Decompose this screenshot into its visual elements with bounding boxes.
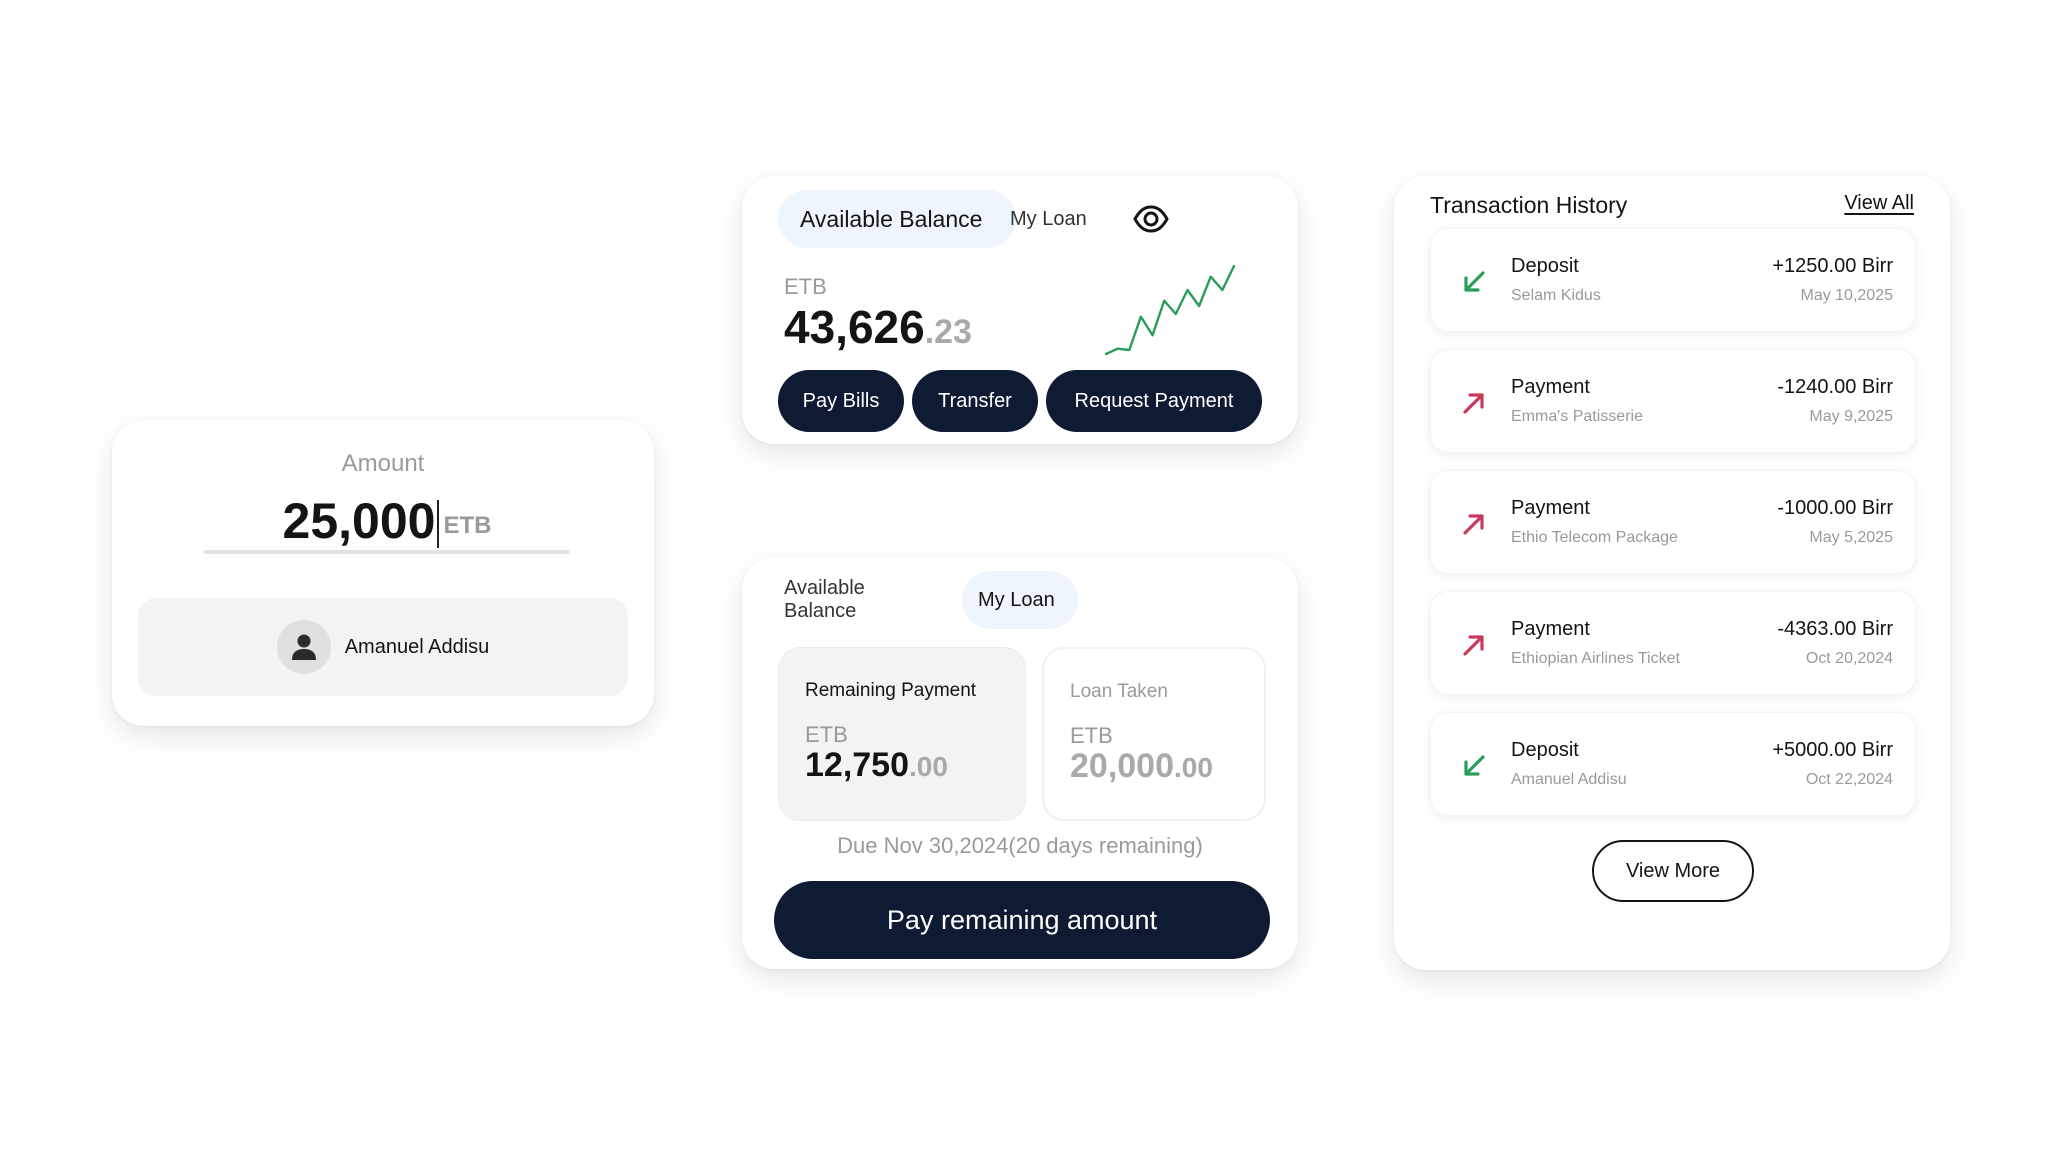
remaining-payment-label: Remaining Payment bbox=[805, 680, 977, 701]
balance-currency: ETB bbox=[784, 274, 827, 299]
request-payment-button[interactable]: Request Payment bbox=[1046, 370, 1262, 432]
transaction-amount: -1240.00 Birr bbox=[1777, 376, 1893, 398]
balance-integer: 43,626 bbox=[784, 301, 925, 353]
arrow-down-left-icon bbox=[1464, 271, 1485, 292]
transaction-party: Amanuel Addisu bbox=[1511, 771, 1627, 788]
eye-icon[interactable] bbox=[1132, 200, 1170, 238]
transaction-history-card: Transaction History View All Deposit Sel… bbox=[1394, 176, 1950, 970]
transaction-type: Deposit bbox=[1511, 739, 1579, 761]
amount-currency: ETB bbox=[443, 512, 492, 539]
transaction-type: Payment bbox=[1511, 376, 1590, 398]
pay-remaining-button[interactable]: Pay remaining amount bbox=[774, 881, 1270, 959]
transaction-party: Emma's Patisserie bbox=[1511, 408, 1643, 425]
recipient-selector[interactable]: Amanuel Addisu bbox=[138, 598, 628, 696]
amount-value[interactable]: 25,000 bbox=[283, 493, 436, 549]
taken-currency: ETB bbox=[1070, 723, 1113, 748]
sparkline-line bbox=[1104, 264, 1236, 356]
amount-underline bbox=[204, 550, 570, 554]
tab-my-loan[interactable]: My Loan bbox=[988, 190, 1128, 248]
transaction-party: Selam Kidus bbox=[1511, 287, 1601, 304]
taken-integer: 20,000 bbox=[1070, 747, 1174, 785]
remaining-integer: 12,750 bbox=[805, 746, 909, 784]
transaction-list: Deposit Selam Kidus +1250.00 Birr May 10… bbox=[1430, 228, 1916, 833]
view-all-link[interactable]: View All bbox=[1844, 192, 1914, 215]
transaction-date: May 9,2025 bbox=[1809, 408, 1893, 425]
transaction-amount: +1250.00 Birr bbox=[1772, 255, 1893, 277]
transaction-date: May 5,2025 bbox=[1809, 529, 1893, 546]
amount-card: Amount 25,000 ETB Amanuel Addisu bbox=[112, 420, 654, 726]
pay-bills-button[interactable]: Pay Bills bbox=[778, 370, 904, 432]
transaction-amount: -1000.00 Birr bbox=[1777, 497, 1893, 519]
amount-input[interactable]: 25,000 ETB bbox=[204, 494, 570, 548]
arrow-down-left-icon bbox=[1464, 755, 1485, 776]
history-title: Transaction History bbox=[1430, 192, 1628, 218]
loan-taken-label: Loan Taken bbox=[1070, 681, 1168, 702]
transaction-row[interactable]: Payment Ethio Telecom Package -1000.00 B… bbox=[1430, 470, 1916, 574]
due-date-text: Due Nov 30,2024(20 days remaining) bbox=[837, 833, 1203, 858]
user-icon bbox=[291, 634, 316, 660]
loan-card: Available Balance My Loan Remaining Paym… bbox=[742, 557, 1298, 969]
taken-amount: 20,000.00 bbox=[1070, 747, 1213, 786]
transaction-type: Payment bbox=[1511, 497, 1590, 519]
remaining-decimal: .00 bbox=[909, 751, 948, 782]
transaction-party: Ethiopian Airlines Ticket bbox=[1511, 650, 1680, 667]
transaction-type: Deposit bbox=[1511, 255, 1579, 277]
tab-available-balance[interactable]: Available Balance bbox=[762, 571, 952, 629]
transaction-row[interactable]: Payment Emma's Patisserie -1240.00 Birr … bbox=[1430, 349, 1916, 453]
balance-amount: 43,626.23 bbox=[784, 300, 972, 354]
transaction-row[interactable]: Deposit Amanuel Addisu +5000.00 Birr Oct… bbox=[1430, 712, 1916, 816]
text-caret bbox=[437, 500, 440, 548]
tab-my-loan[interactable]: My Loan bbox=[962, 571, 1078, 629]
transaction-amount: +5000.00 Birr bbox=[1772, 739, 1893, 761]
remaining-payment-box: Remaining Payment ETB 12,750.00 bbox=[778, 647, 1026, 821]
balance-decimal: .23 bbox=[924, 313, 972, 351]
transaction-date: May 10,2025 bbox=[1800, 287, 1893, 304]
transaction-row[interactable]: Payment Ethiopian Airlines Ticket -4363.… bbox=[1430, 591, 1916, 695]
balance-sparkline bbox=[1104, 264, 1236, 356]
transaction-amount: -4363.00 Birr bbox=[1777, 618, 1893, 640]
balance-card: Available Balance My Loan ETB 43,626.23 … bbox=[742, 176, 1298, 444]
remaining-amount: 12,750.00 bbox=[805, 746, 948, 785]
transaction-date: Oct 22,2024 bbox=[1805, 771, 1893, 788]
transfer-button[interactable]: Transfer bbox=[912, 370, 1038, 432]
view-more-button[interactable]: View More bbox=[1592, 840, 1754, 902]
transaction-date: Oct 20,2024 bbox=[1805, 650, 1893, 667]
arrow-up-right-icon bbox=[1463, 393, 1484, 414]
arrow-up-right-icon bbox=[1463, 514, 1484, 535]
transaction-party: Ethio Telecom Package bbox=[1511, 529, 1678, 546]
transaction-type: Payment bbox=[1511, 618, 1590, 640]
remaining-currency: ETB bbox=[805, 722, 848, 747]
loan-taken-box: Loan Taken ETB 20,000.00 bbox=[1042, 647, 1266, 821]
arrow-up-right-icon bbox=[1463, 635, 1484, 656]
avatar bbox=[276, 620, 331, 674]
amount-label: Amount bbox=[341, 450, 425, 477]
recipient-name: Amanuel Addisu bbox=[344, 635, 490, 658]
tab-available-balance[interactable]: Available Balance bbox=[778, 190, 1016, 248]
taken-decimal: .00 bbox=[1174, 752, 1213, 783]
transaction-row[interactable]: Deposit Selam Kidus +1250.00 Birr May 10… bbox=[1430, 228, 1916, 332]
